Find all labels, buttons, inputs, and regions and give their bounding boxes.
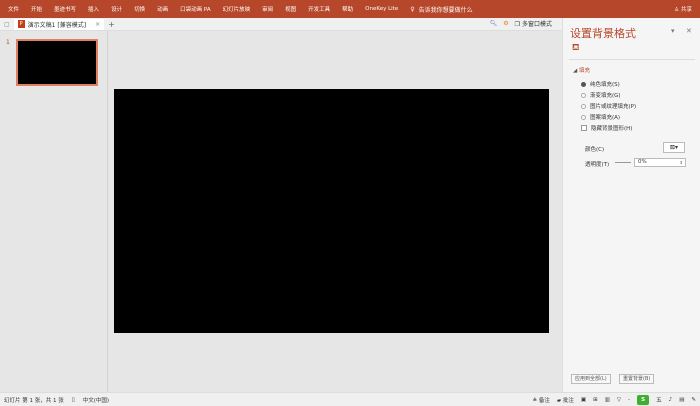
sogou-ime-logo-icon: S (637, 395, 650, 405)
ribbon-tab-home[interactable]: 开始 (25, 5, 48, 13)
comments-label: 批注 (562, 398, 574, 404)
document-tab-strip: ▢ P 演示文稿1 [兼容模式] × + (0, 18, 562, 31)
ime-mode[interactable]: 五 (656, 396, 662, 404)
transparency-slider[interactable] (615, 162, 631, 163)
pane-title: 设置背景格式 (570, 27, 636, 40)
divider (569, 59, 695, 60)
document-tab-title: 演示文稿1 [兼容模式] (27, 21, 87, 29)
close-pane-icon[interactable]: ✕ (686, 27, 692, 35)
slide-thumbnail-panel: 1 (0, 31, 108, 392)
ribbon-tab-review[interactable]: 审阅 (256, 5, 279, 13)
settings-icon[interactable]: ⚙ (503, 20, 508, 27)
spell-check-icon[interactable]: ▯ (72, 397, 75, 403)
format-background-pane: 设置背景格式 ▾ ✕ ⛾ ◢ 填充 纯色填充(S) 渐变填充(G) 图片或纹理填… (562, 18, 700, 392)
ime-punctuation-icon[interactable]: ♪ (669, 397, 673, 403)
radio-icon (581, 114, 586, 120)
slide-info: 幻灯片 第 1 张，共 1 张 (4, 397, 64, 404)
notes-label: 备注 (538, 398, 550, 404)
reset-background-button[interactable]: 重置背景(B) (619, 374, 655, 384)
ribbon-tab-animations[interactable]: 动画 (151, 5, 174, 13)
ribbon-tab-ink[interactable]: 墨迹书写 (48, 5, 82, 13)
comments-button[interactable]: ▰ 批注 (557, 396, 574, 404)
tabstrip-tools: 🔍︎ ⚙ ❐ 多窗口模式 (490, 19, 552, 28)
language-indicator[interactable]: 中文(中国) (83, 396, 109, 404)
share-label: 共享 (680, 7, 692, 13)
option-label: 渐变填充(G) (590, 93, 621, 99)
ribbon-tab-help[interactable]: 帮助 (336, 5, 359, 13)
ribbon-tab-onekey[interactable]: OneKey Lite (359, 6, 404, 12)
option-label: 图案填充(A) (590, 115, 621, 121)
multi-window-button[interactable]: ❐ 多窗口模式 (515, 19, 552, 28)
ribbon-tab-insert[interactable]: 插入 (82, 5, 105, 13)
slideshow-icon[interactable]: ▽ (617, 397, 621, 403)
share-button[interactable]: ♙ 共享 (674, 5, 692, 13)
apply-to-all-button[interactable]: 应用到全部(L) (571, 374, 611, 384)
ribbon-tab-transitions[interactable]: 切换 (128, 5, 151, 13)
radio-icon (581, 81, 586, 87)
fill-section-header[interactable]: ◢ 填充 (573, 66, 590, 74)
powerpoint-icon: P (17, 20, 25, 28)
ribbon-tab-pocket-animation[interactable]: 口袋动画 PA (174, 5, 216, 13)
transparency-input[interactable]: 0% ⇕ (634, 158, 686, 167)
tell-me-text: 告诉我你想要做什么 (418, 6, 473, 14)
option-label: 隐藏背景图形(H) (591, 126, 633, 132)
hide-background-graphics-checkbox[interactable]: 隐藏背景图形(H) (581, 124, 632, 132)
lightbulb-icon: ♀ (410, 5, 415, 13)
color-label: 颜色(C) (585, 147, 605, 153)
ribbon-tab-design[interactable]: 设计 (105, 5, 128, 13)
ime-keyboard-icon[interactable]: ▤ (679, 397, 684, 403)
solid-fill-option[interactable]: 纯色填充(S) (581, 80, 620, 88)
checkbox-icon (581, 125, 587, 131)
document-tab[interactable]: P 演示文稿1 [兼容模式] × (13, 18, 105, 30)
multi-window-label: 多窗口模式 (521, 21, 552, 28)
notes-button[interactable]: ≙ 备注 (533, 396, 550, 404)
pane-options-icon[interactable]: ▾ (671, 27, 675, 35)
ribbon: 文件 开始 墨迹书写 插入 设计 切换 动画 口袋动画 PA 幻灯片放映 审阅 … (0, 0, 700, 18)
transparency-value: 0% (638, 159, 647, 165)
radio-icon (581, 103, 586, 109)
color-picker-button[interactable]: ⛾▾ (663, 142, 685, 153)
slide-canvas[interactable] (114, 89, 549, 333)
ribbon-tab-view[interactable]: 视图 (279, 5, 302, 13)
gradient-fill-option[interactable]: 渐变填充(G) (581, 91, 621, 99)
status-bar: 幻灯片 第 1 张，共 1 张 ▯ 中文(中国) ≙ 备注 ▰ 批注 ▣ ⊞ ▥… (0, 392, 700, 406)
slide-number: 1 (6, 39, 10, 46)
tell-me-box[interactable]: ♀ 告诉我你想要做什么 (410, 5, 472, 14)
transparency-label: 透明度(T) (585, 162, 610, 168)
ime-tools-icon[interactable]: ✎ (691, 397, 696, 403)
zoom-slider[interactable]: - (628, 397, 630, 403)
paint-bucket-icon: ⛾ (670, 144, 675, 151)
file-icon[interactable]: ▢ (4, 21, 10, 28)
collapse-icon: ◢ (573, 68, 578, 74)
search-icon[interactable]: 🔍︎ (490, 20, 498, 27)
option-label: 图片或纹理填充(P) (590, 104, 637, 110)
ribbon-tab-slideshow[interactable]: 幻灯片放映 (217, 5, 257, 13)
normal-view-icon[interactable]: ▣ (581, 397, 586, 403)
ribbon-tab-developer[interactable]: 开发工具 (302, 5, 336, 13)
fill-section-label: 填充 (578, 68, 590, 74)
slide-thumbnail[interactable] (16, 39, 98, 86)
person-icon: ♙ (674, 7, 680, 13)
spinner-icon[interactable]: ⇕ (680, 159, 683, 166)
picture-fill-option[interactable]: 图片或纹理填充(P) (581, 102, 636, 110)
close-tab-button[interactable]: × (95, 21, 100, 28)
pattern-fill-option[interactable]: 图案填充(A) (581, 113, 620, 121)
new-tab-button[interactable]: + (108, 20, 115, 29)
fill-bucket-icon[interactable]: ⛾ (572, 43, 579, 54)
ribbon-tab-file[interactable]: 文件 (2, 5, 25, 13)
window-icon: ❐ (514, 21, 521, 28)
reading-view-icon[interactable]: ▥ (605, 397, 610, 403)
radio-icon (581, 92, 586, 98)
slide-sorter-icon[interactable]: ⊞ (593, 397, 598, 403)
option-label: 纯色填充(S) (590, 82, 620, 88)
